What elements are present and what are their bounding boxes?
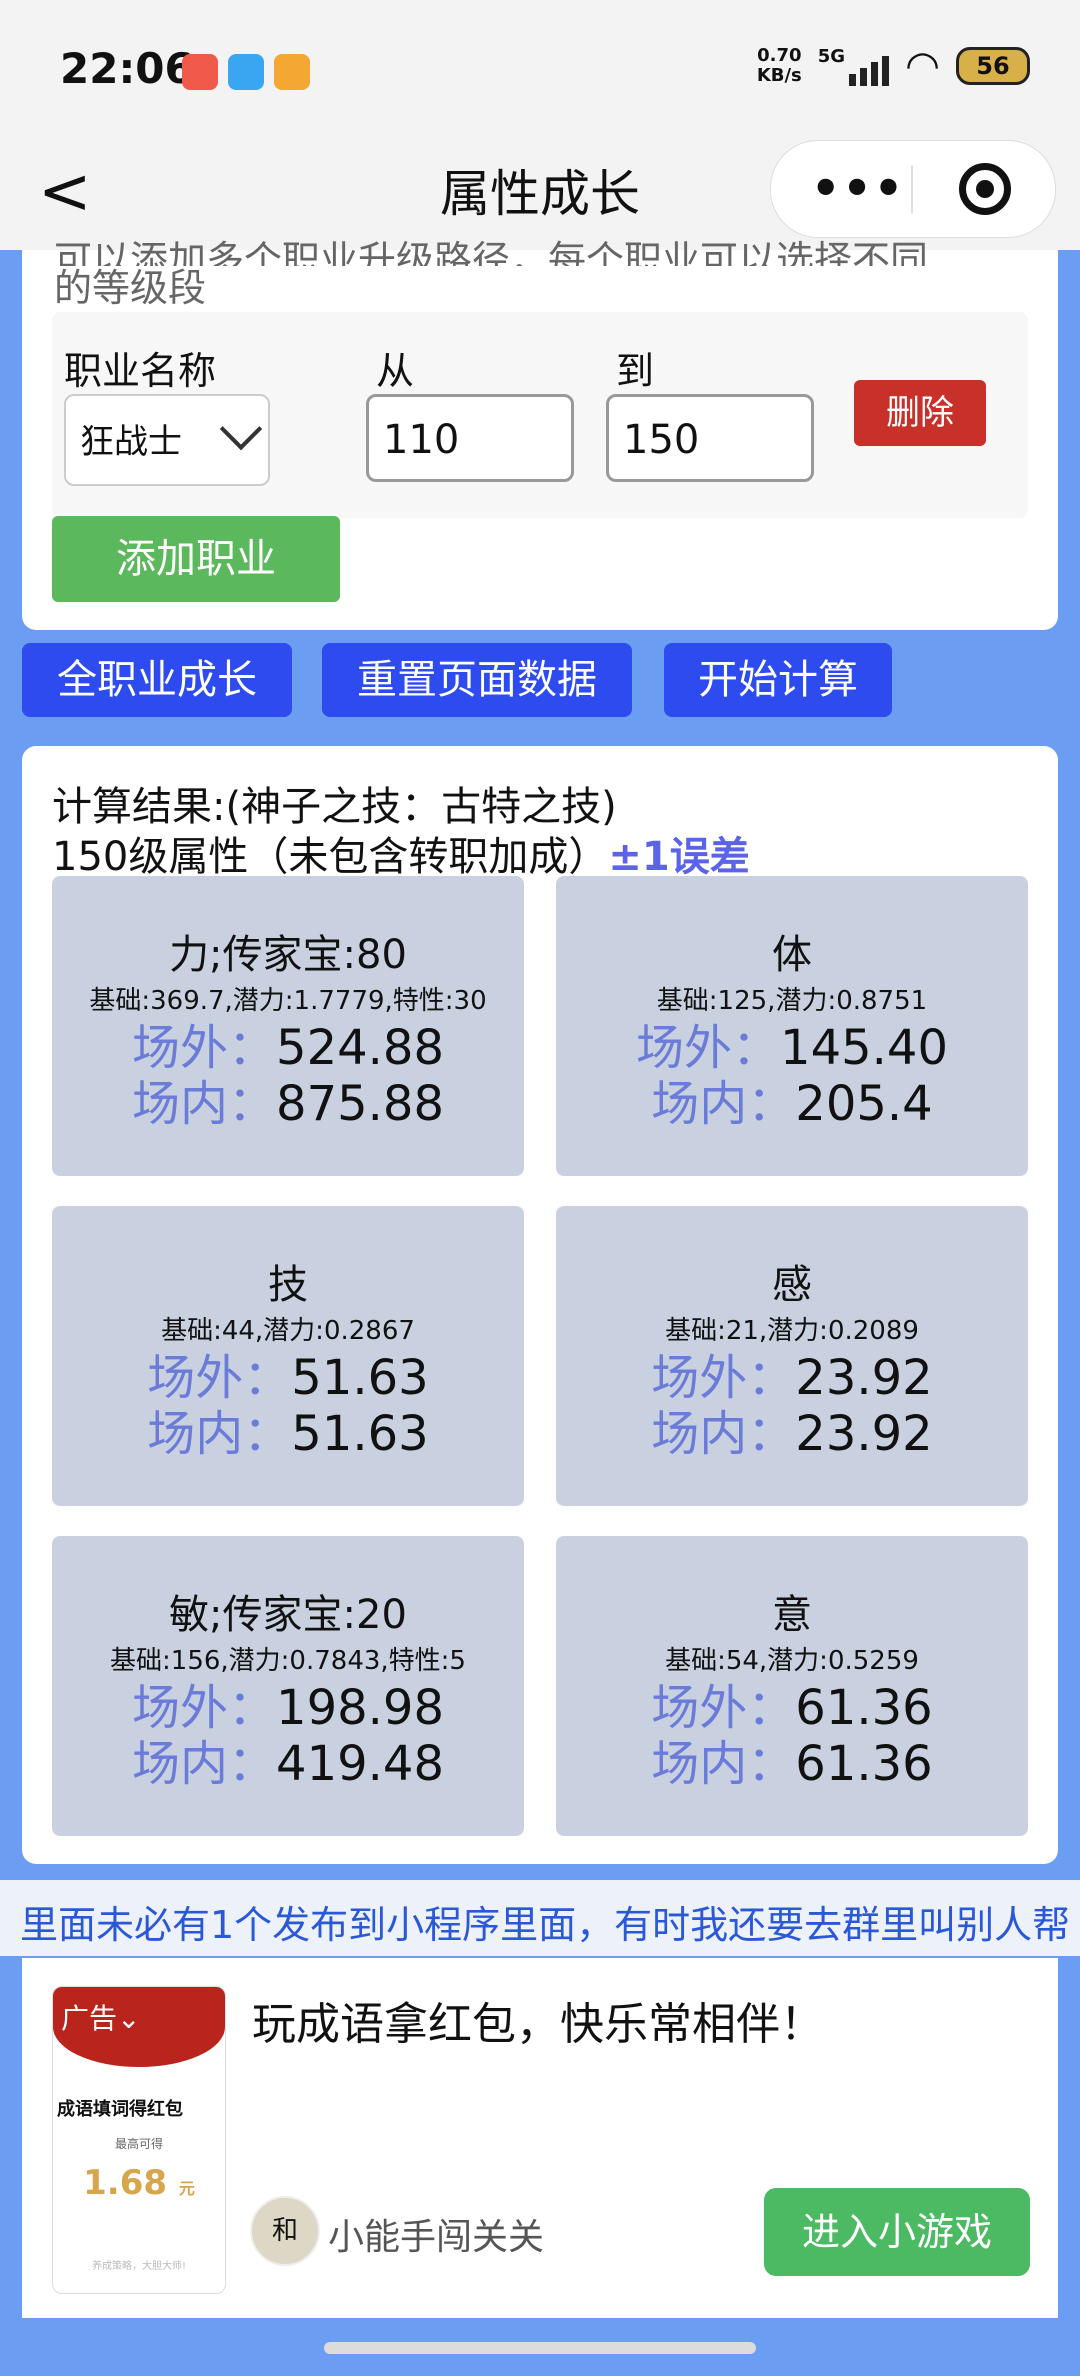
from-label: 从 bbox=[376, 349, 415, 393]
job-row: 职业名称 从 到 狂战士 110 150 删除 bbox=[52, 312, 1028, 518]
job-select[interactable]: 狂战士 bbox=[64, 394, 270, 486]
map-app-icon bbox=[182, 54, 218, 90]
ad-banner[interactable]: 广告⌄ 成语填词得红包 最高可得 1.68 元 养成策略，大胆大师! 玩成语拿红… bbox=[22, 1958, 1058, 2318]
scrolling-notice: 里面未必有1个发布到小程序里面，有时我还要去群里叫别人帮 bbox=[0, 1880, 1080, 1956]
avatar: 和 bbox=[250, 2196, 320, 2266]
cloud-app-icon bbox=[228, 54, 264, 90]
nav-bar: < 属性成长 ••• bbox=[0, 140, 1080, 250]
error-note: ±1误差 bbox=[608, 834, 750, 880]
ad-tag[interactable]: 广告⌄ bbox=[61, 1997, 140, 2037]
enter-game-button[interactable]: 进入小游戏 bbox=[764, 2188, 1030, 2276]
signal-icon: 5G bbox=[818, 46, 890, 86]
add-job-button[interactable]: 添加职业 bbox=[52, 516, 340, 602]
video-app-icon bbox=[274, 54, 310, 90]
reset-data-button[interactable]: 重置页面数据 bbox=[322, 643, 632, 717]
wifi-icon: ◠ bbox=[905, 43, 940, 89]
close-miniprogram-icon[interactable] bbox=[959, 163, 1011, 215]
result-card: 计算结果:(神子之技：古特之技) 150级属性（未包含转职加成）±1误差 力;传… bbox=[22, 746, 1058, 1864]
level-to-input[interactable]: 150 bbox=[606, 394, 814, 482]
chevron-down-icon bbox=[219, 407, 263, 451]
delete-job-button[interactable]: 删除 bbox=[854, 380, 986, 446]
instruction-text: 可以添加多个职业升级路径，每个职业可以选择不同 的等级段 bbox=[54, 238, 929, 310]
more-menu-icon[interactable]: ••• bbox=[811, 161, 905, 215]
to-label: 到 bbox=[616, 349, 655, 393]
stat-card: 敏;传家宝:20 基础:156,潜力:0.7843,特性:5 场外：198.98… bbox=[52, 1536, 524, 1836]
level-from-input[interactable]: 110 bbox=[366, 394, 574, 482]
job-config-card: 可以添加多个职业升级路径，每个职业可以选择不同 的等级段 职业名称 从 到 狂战… bbox=[22, 238, 1058, 630]
start-calc-button[interactable]: 开始计算 bbox=[664, 643, 892, 717]
result-subheading: 150级属性（未包含转职加成）±1误差 bbox=[52, 834, 750, 880]
stat-card: 力;传家宝:80 基础:369.7,潜力:1.7779,特性:30 场外：524… bbox=[52, 876, 524, 1176]
job-name-label: 职业名称 bbox=[64, 349, 217, 393]
ad-title: 玩成语拿红包，快乐常相伴！ bbox=[252, 1999, 824, 2050]
stat-card: 技 基础:44,潜力:0.2867 场外：51.63 场内：51.63 bbox=[52, 1206, 524, 1506]
status-time: 22:06 bbox=[60, 44, 194, 93]
miniprogram-capsule: ••• bbox=[770, 140, 1056, 238]
home-indicator[interactable] bbox=[324, 2342, 756, 2354]
net-speed: 0.70 KB/s bbox=[756, 45, 802, 86]
notification-icons bbox=[182, 54, 310, 90]
stat-card: 感 基础:21,潜力:0.2089 场外：23.92 场内：23.92 bbox=[556, 1206, 1028, 1506]
stat-card: 意 基础:54,潜力:0.5259 场外：61.36 场内：61.36 bbox=[556, 1536, 1028, 1836]
status-bar: 22:06 0.70 KB/s 5G ◠ 56 bbox=[0, 0, 1080, 140]
ad-image[interactable]: 广告⌄ 成语填词得红包 最高可得 1.68 元 养成策略，大胆大师! bbox=[52, 1986, 226, 2294]
capsule-divider bbox=[911, 165, 913, 213]
all-jobs-growth-button[interactable]: 全职业成长 bbox=[22, 643, 292, 717]
battery-icon: 56 bbox=[956, 47, 1030, 85]
ad-publisher: 小能手闯关关 bbox=[328, 2217, 545, 2258]
stat-card: 体 基础:125,潜力:0.8751 场外：145.40 场内：205.4 bbox=[556, 876, 1028, 1176]
